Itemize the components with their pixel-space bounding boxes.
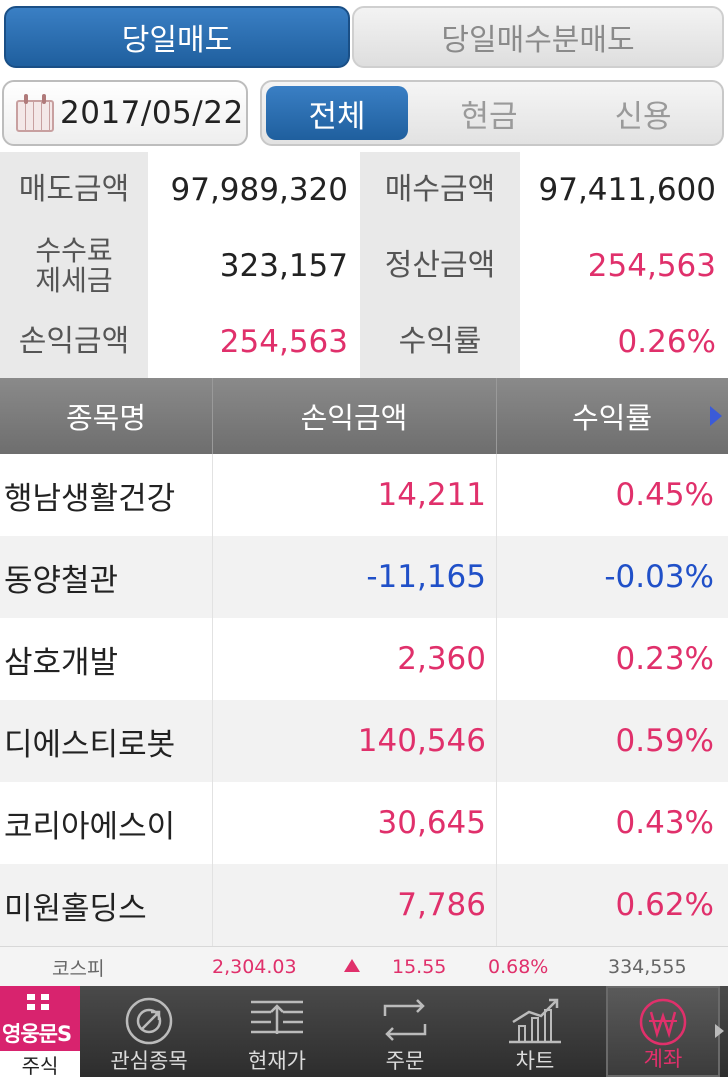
won-currency-icon: [639, 998, 687, 1046]
sell-amount-label: 매도금액: [0, 152, 148, 228]
sell-type-toggle: 당일매도 당일매수분매도: [0, 0, 728, 74]
nav-current-price[interactable]: 현재가: [218, 986, 336, 1077]
up-arrow-icon: [344, 959, 360, 972]
stock-rate: 0.43%: [615, 805, 714, 841]
nav-watchlist-label: 관심종목: [110, 1049, 188, 1073]
sell-amount-value: 97,989,320: [148, 152, 360, 228]
stock-rate: 0.45%: [615, 477, 714, 513]
menu-grid-icon: [27, 994, 51, 1010]
stock-name: 미원홀딩스: [4, 890, 147, 927]
stock-profit: 140,546: [357, 723, 486, 759]
stock-profit: 30,645: [377, 805, 486, 841]
column-divider: [212, 454, 213, 946]
index-ticker[interactable]: 코스피 2,304.03 15.55 0.68% 334,555: [0, 946, 728, 987]
tax-label: 제세금: [35, 264, 113, 297]
column-header-name: 종목명: [65, 401, 147, 435]
filter-credit[interactable]: 신용: [564, 82, 722, 144]
index-price: 2,304.03: [212, 956, 297, 978]
summary-row: 수수료 제세금 323,157 정산금액 254,563: [0, 228, 728, 304]
nav-chart-label: 차트: [515, 1049, 555, 1073]
table-row[interactable]: 삼호개발 2,360 0.23%: [0, 618, 728, 700]
nav-home-button[interactable]: 영웅문S 주식: [0, 986, 80, 1078]
chart-icon: [509, 998, 561, 1044]
fee-tax-label: 수수료 제세금: [0, 228, 148, 304]
tab-today-buy-sell[interactable]: 당일매수분매도: [352, 6, 724, 68]
stock-rate: 0.23%: [615, 641, 714, 677]
watchlist-icon: [125, 997, 173, 1045]
buy-amount-label: 매수금액: [360, 152, 520, 228]
summary-row: 손익금액 254,563 수익률 0.26%: [0, 304, 728, 380]
filter-all[interactable]: 전체: [266, 86, 408, 140]
fee-label: 수수료: [35, 234, 113, 267]
stock-rate: 0.62%: [615, 887, 714, 923]
next-column-arrow-icon[interactable]: [710, 406, 722, 426]
return-rate-label: 수익률: [360, 304, 520, 380]
nav-account[interactable]: 계좌: [606, 986, 720, 1077]
chevron-right-icon[interactable]: [715, 1024, 724, 1038]
buy-amount-value: 97,411,600: [520, 152, 728, 228]
nav-home-label: 주식: [0, 1051, 80, 1078]
column-header-profit: 손익금액: [300, 401, 408, 435]
app-logo: 영웅문S: [2, 1022, 72, 1046]
filter-bar: 2017/05/22 전체 현금 신용: [0, 74, 728, 152]
bottom-nav: 영웅문S 주식 관심종목 현재가 주문 차트 계좌: [0, 986, 728, 1078]
calendar-icon: [16, 94, 54, 132]
stock-profit: -11,165: [366, 559, 486, 595]
list-header: 종목명 손익금액 수익률: [0, 378, 728, 454]
table-row[interactable]: 코리아에스이 30,645 0.43%: [0, 782, 728, 864]
settlement-label: 정산금액: [360, 228, 520, 304]
stock-name: 행남생활건강: [4, 480, 176, 517]
account-type-filter: 전체 현금 신용: [260, 80, 724, 146]
stock-rate: -0.03%: [604, 559, 714, 595]
stock-profit: 2,360: [397, 641, 486, 677]
date-value: 2017/05/22: [60, 95, 244, 131]
table-row[interactable]: 동양철관 -11,165 -0.03%: [0, 536, 728, 618]
fee-tax-value: 323,157: [148, 228, 360, 304]
nav-order-label: 주문: [385, 1049, 425, 1073]
settlement-value: 254,563: [520, 228, 728, 304]
stock-name: 동양철관: [4, 562, 119, 599]
index-change: 15.55: [392, 956, 447, 978]
table-row[interactable]: 미원홀딩스 7,786 0.62%: [0, 864, 728, 946]
profit-label: 손익금액: [0, 304, 148, 380]
nav-chart[interactable]: 차트: [474, 986, 596, 1077]
column-header-rate: 수익률: [571, 401, 653, 435]
tab-today-sell[interactable]: 당일매도: [4, 6, 350, 68]
return-rate-value: 0.26%: [520, 304, 728, 380]
table-row[interactable]: 행남생활건강 14,211 0.45%: [0, 454, 728, 536]
stock-name: 삼호개발: [4, 644, 119, 681]
nav-current-price-label: 현재가: [248, 1049, 306, 1073]
date-picker-button[interactable]: 2017/05/22: [2, 80, 248, 146]
index-name: 코스피: [52, 957, 105, 980]
stock-rate: 0.59%: [615, 723, 714, 759]
order-exchange-icon: [383, 999, 427, 1041]
table-row[interactable]: 디에스티로봇 140,546 0.59%: [0, 700, 728, 782]
index-volume: 334,555: [608, 956, 687, 978]
stock-profit: 14,211: [377, 477, 486, 513]
current-price-icon: [251, 1000, 303, 1034]
stock-name: 코리아에스이: [4, 808, 176, 845]
nav-order[interactable]: 주문: [346, 986, 464, 1077]
filter-cash[interactable]: 현금: [414, 82, 564, 144]
column-divider: [496, 454, 497, 946]
stock-profit: 7,786: [397, 887, 486, 923]
summary-row: 매도금액 97,989,320 매수금액 97,411,600: [0, 152, 728, 228]
nav-watchlist[interactable]: 관심종목: [90, 986, 208, 1077]
stock-name: 디에스티로봇: [4, 726, 176, 763]
index-change-pct: 0.68%: [488, 956, 549, 978]
profit-value: 254,563: [148, 304, 360, 380]
